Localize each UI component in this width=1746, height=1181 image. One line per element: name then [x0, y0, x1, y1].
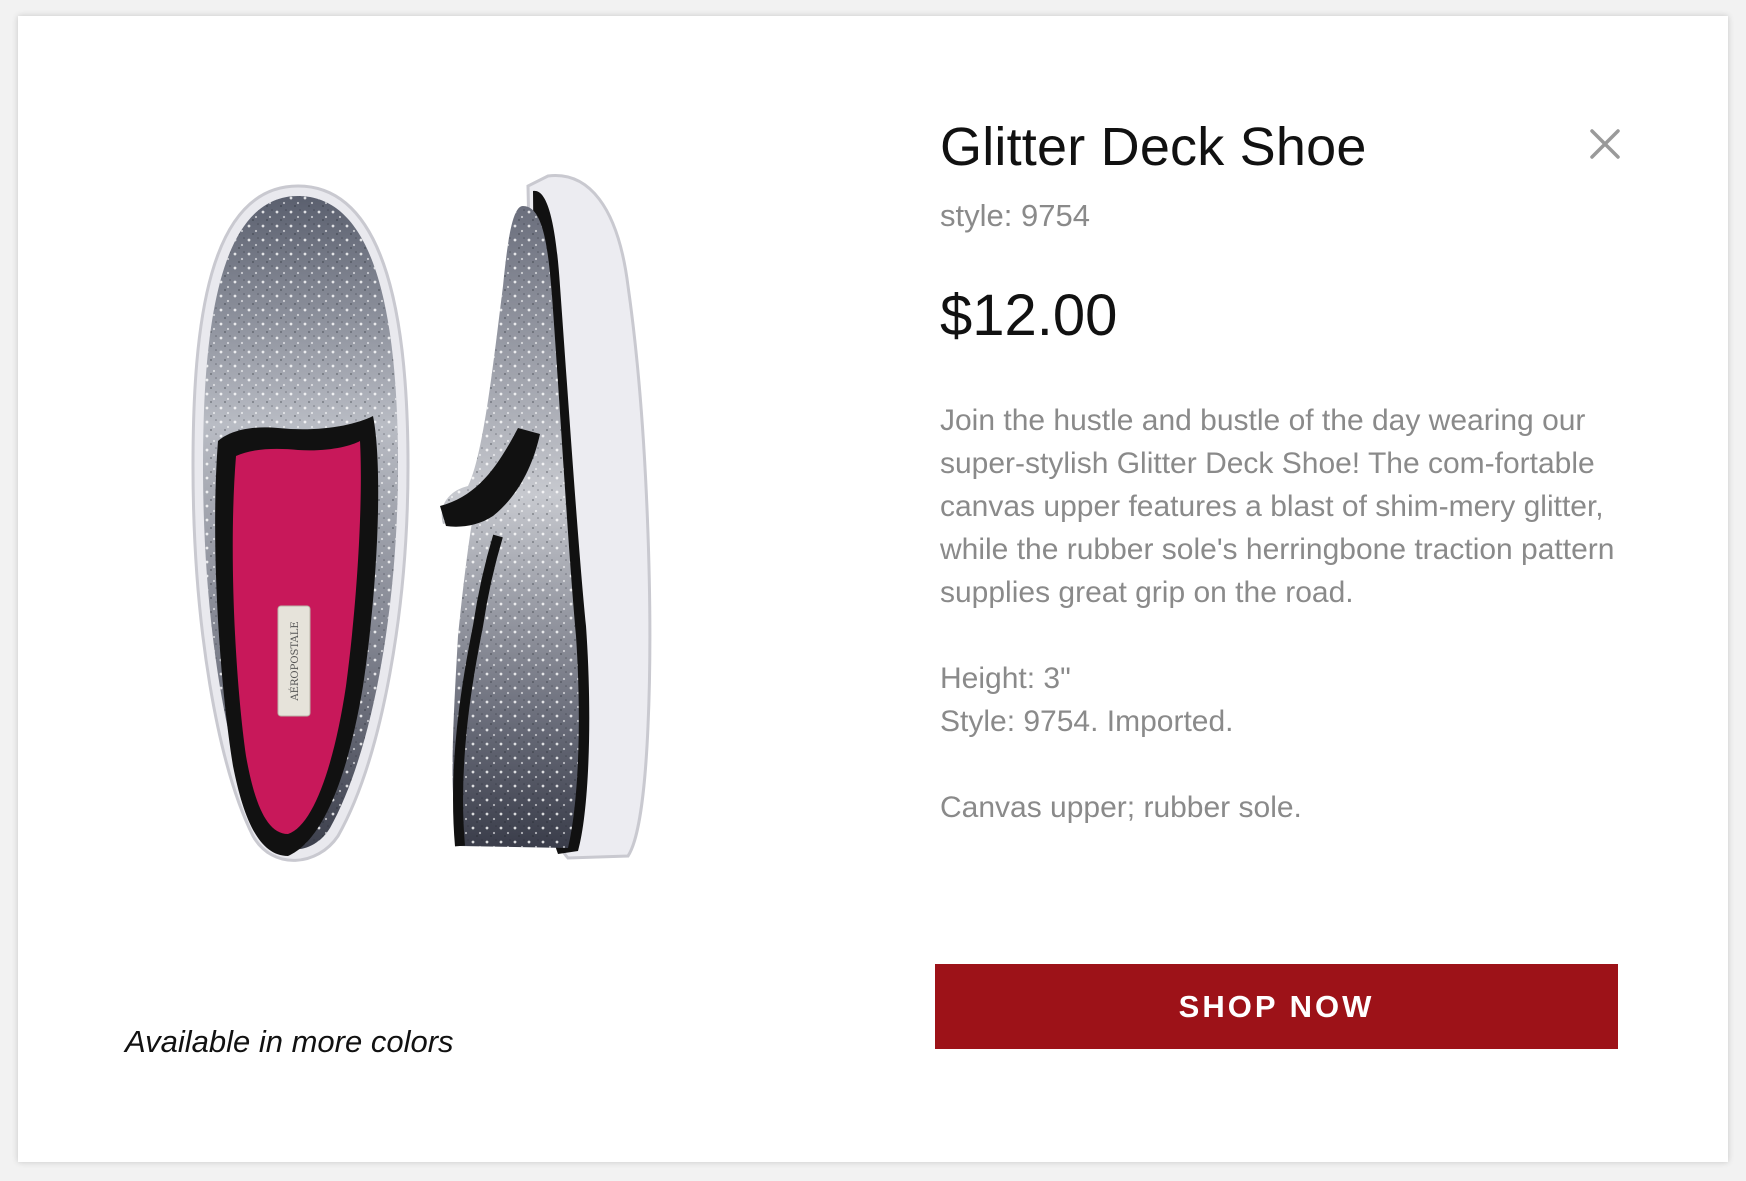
right-shoe — [440, 174, 652, 860]
left-shoe: AÉROPOSTALE — [191, 184, 410, 862]
close-icon — [1590, 129, 1620, 159]
product-description: Join the hustle and bustle of the day we… — [940, 404, 1615, 609]
product-image: AÉROPOSTALE — [148, 166, 798, 966]
product-style-code: style: 9754 — [940, 198, 1090, 233]
shoe-pair-illustration: AÉROPOSTALE — [191, 174, 652, 862]
product-details: Glitter Deck Shoe style: 9754 $12.00 Joi… — [940, 116, 1640, 829]
product-materials-block: Canvas upper; rubber sole. — [940, 786, 1640, 829]
more-colors-note: Available in more colors — [125, 1024, 454, 1059]
spec-style: Style: 9754. Imported. — [940, 705, 1234, 738]
spec-materials: Canvas upper; rubber sole. — [940, 791, 1302, 824]
product-title: Glitter Deck Shoe — [940, 117, 1367, 177]
brand-label: AÉROPOSTALE — [289, 621, 301, 701]
product-quickview-modal: AÉROPOSTALE Available in more colors Gli… — [18, 16, 1728, 1162]
product-price: $12.00 — [940, 283, 1118, 348]
product-specs: Height: 3" Style: 9754. Imported. — [940, 657, 1640, 743]
spec-height: Height: 3" — [940, 662, 1071, 695]
close-button[interactable] — [1585, 124, 1625, 164]
shop-now-button[interactable]: SHOP NOW — [935, 964, 1618, 1049]
